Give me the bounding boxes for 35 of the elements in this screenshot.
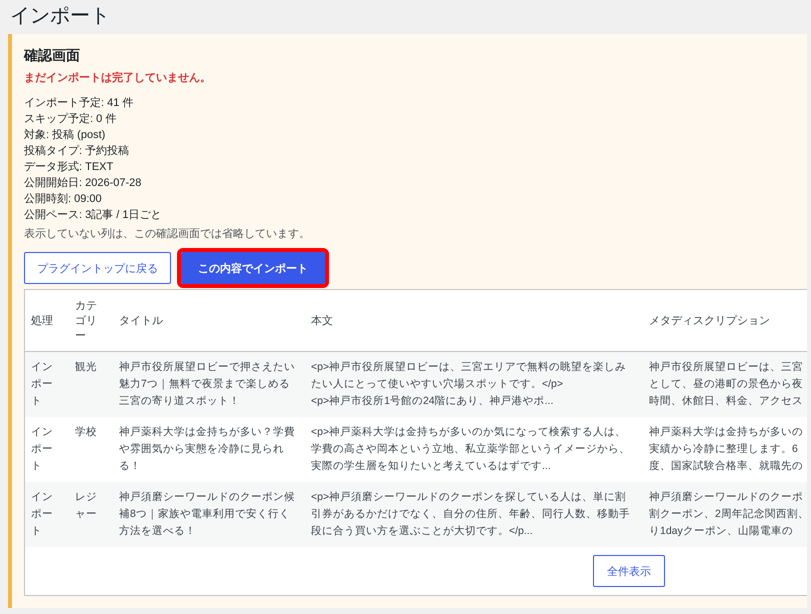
detail-line: スキップ予定: 0 件	[24, 112, 118, 127]
table-cell-text: 実績から冷静に整理します。6	[649, 442, 799, 457]
table-cell-text: 割クーポン、2周年記念関西割、	[649, 507, 807, 522]
notice-heading: 確認画面	[24, 46, 81, 64]
table-cell: 学校	[69, 417, 113, 482]
table-cell-text: り1dayクーポン、山陽電車の	[649, 524, 794, 539]
back-button[interactable]: プラグイントップに戻る	[24, 252, 171, 284]
table-cell-text: 神戸市役所展望ロビーは、三宮	[649, 360, 804, 375]
table-cell-text: 度、国家試験合格率、就職先の	[649, 459, 804, 474]
table-cell: <p>神戸市役所展望ロビーは、三宮エリアで無料の眺望を楽しみたい人にとって使いやすい穴場スポットです。</p> <p>神戸市役所1号館の24階にあり、神戸港やポ...	[305, 352, 643, 417]
warning-text: まだインポートは完了していません。	[24, 71, 212, 85]
table-cell: <p>神戸須磨シーワールドのクーポンを探している人は、単に割引券があるかだけでなく、自分の住所、年齢、同行人数、移動手段に合う買い方を選ぶことが大切です。</p...	[305, 482, 643, 547]
table-cell: インポート	[25, 352, 69, 417]
table-cell: 神戸薬科大学は金持ちが多い？学費や雰囲気から実態を冷静に見られる！	[113, 417, 305, 482]
detail-line: 公開ペース: 3記事 / 1日ごと	[24, 208, 163, 223]
note-text: 表示していない列は、この確認画面では省略しています。	[24, 227, 311, 242]
detail-line: 公開時刻: 09:00	[24, 192, 103, 207]
show-all-button[interactable]: 全件表示	[593, 555, 665, 587]
table-cell: 神戸市役所展望ロビーで押さえたい魅力7つ｜無料で夜景まで楽しめる三宮の寄り道スポット！	[113, 352, 305, 417]
table-cell-text: 神戸須磨シーワールドのクーポ	[649, 490, 804, 505]
detail-line: 投稿タイプ: 予約投稿	[24, 144, 130, 159]
table-cell: 観光	[69, 352, 113, 417]
detail-line: データ形式: TEXT	[24, 160, 114, 175]
table-cell-text: 時間、休館日、料金、アクセス	[649, 394, 804, 409]
table-cell: <p>神戸薬科大学は金持ちが多いのか気になって検索する人は、学費の高さや岡本という立地、私立薬学部というイメージから、実際の学生層を知りたいと考えているはずです...	[305, 417, 643, 482]
table-cell-text: として、昼の港町の景色から夜	[649, 377, 804, 392]
table-cell: インポート	[25, 482, 69, 547]
detail-line: 公開開始日: 2026-07-28	[24, 176, 142, 191]
table-cell: インポート	[25, 417, 69, 482]
table-cell-text: 神戸薬科大学は金持ちが多いの	[649, 425, 804, 440]
page-title: インポート	[9, 4, 111, 29]
detail-line: インポート予定: 41 件	[24, 96, 134, 111]
table-cell: 神戸須磨シーワールドのクーポン候補8つ｜家族や電車利用で安く行く方法を選べる！	[113, 482, 305, 547]
detail-line: 対象: 投稿 (post)	[24, 128, 106, 143]
table-cell: レジャー	[69, 482, 113, 547]
